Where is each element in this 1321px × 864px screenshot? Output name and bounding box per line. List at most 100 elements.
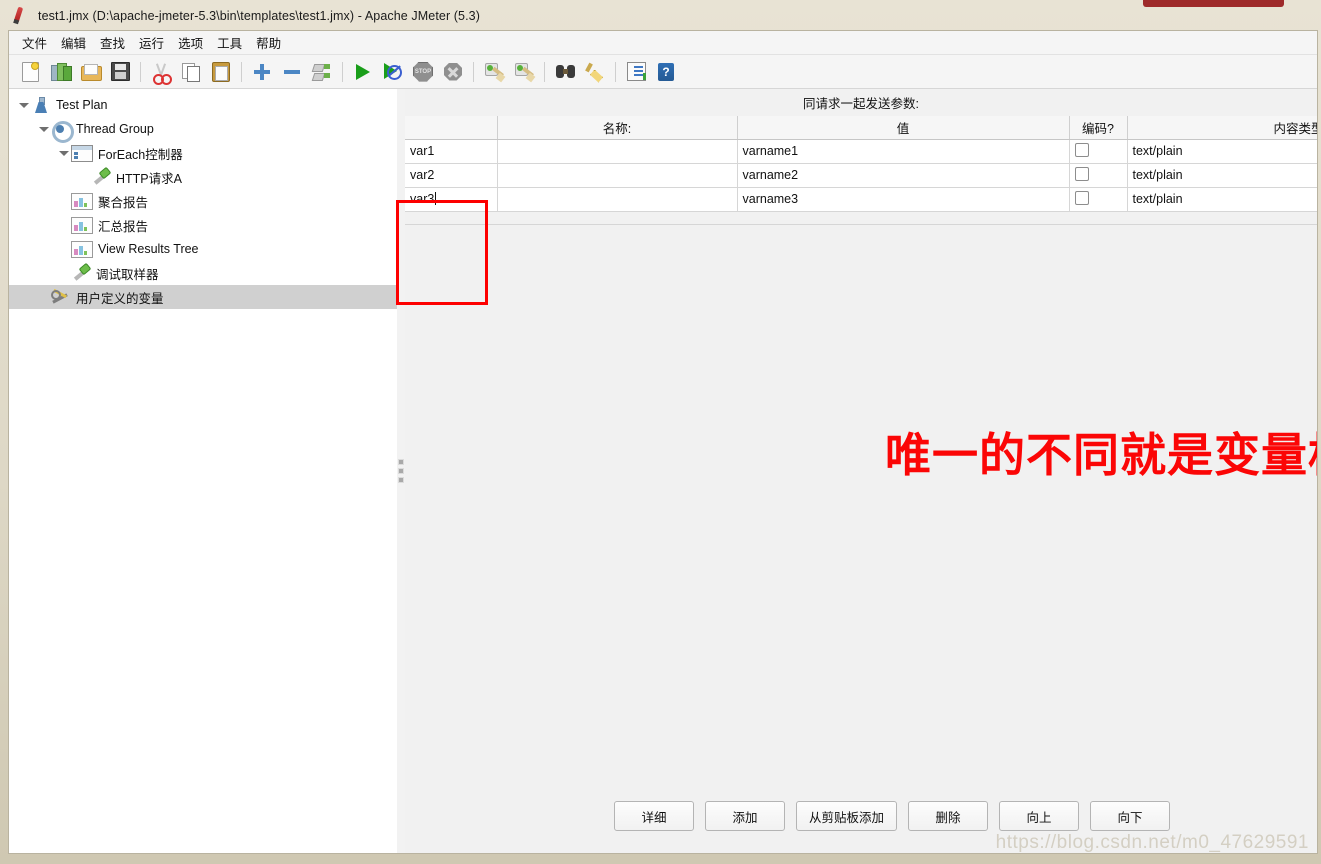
cell-name-col2[interactable]	[497, 163, 738, 188]
expand-twisty-icon[interactable]	[57, 141, 71, 165]
parameters-panel: 同请求一起发送参数: 名称: 值 编码? 内容类 var1 varname1 t…	[405, 89, 1317, 853]
encode-checkbox[interactable]	[1074, 166, 1089, 181]
function-helper-button[interactable]	[621, 57, 651, 87]
stop-button[interactable]: STOP	[408, 57, 438, 87]
tree-node-thread-group[interactable]: Thread Group	[9, 117, 397, 143]
table-header-row: 名称: 值 编码? 内容类型	[405, 116, 1317, 140]
cell-name[interactable]: var1	[405, 139, 498, 164]
tree-node-http-request-a[interactable]: HTTP请求A	[9, 165, 397, 189]
clear-icon	[484, 62, 505, 82]
menu-file[interactable]: 文件	[15, 31, 54, 54]
toolbar-separator	[241, 61, 242, 82]
panel-splitter[interactable]	[397, 89, 405, 853]
tree-node-aggregate-report[interactable]: 聚合报告	[9, 189, 397, 213]
text-caret	[435, 192, 437, 205]
templates-button[interactable]	[45, 57, 75, 87]
tree-node-foreach-controller[interactable]: ForEach控制器	[9, 141, 397, 165]
panel-heading: 同请求一起发送参数:	[405, 89, 1317, 116]
cell-encode[interactable]	[1069, 139, 1128, 164]
http-sampler-icon	[91, 166, 112, 187]
table-row[interactable]: var1 varname1 text/plain	[405, 139, 1317, 164]
menu-edit[interactable]: 编辑	[54, 31, 93, 54]
collapse-all-button[interactable]	[277, 57, 307, 87]
menu-options[interactable]: 选项	[171, 31, 210, 54]
menu-run[interactable]: 运行	[132, 31, 171, 54]
menu-help[interactable]: 帮助	[249, 31, 288, 54]
cell-encode[interactable]	[1069, 163, 1128, 188]
table-row[interactable]: var3 varname3 text/plain	[405, 187, 1317, 212]
cell-content-type[interactable]: text/plain	[1127, 163, 1317, 188]
new-document-icon	[21, 61, 39, 82]
shutdown-icon	[444, 62, 462, 81]
tree-node-user-defined-variables[interactable]: 用户定义的变量	[9, 285, 397, 309]
cut-button[interactable]	[146, 57, 176, 87]
table-row[interactable]: var2 varname2 text/plain	[405, 163, 1317, 188]
cell-name-col2[interactable]	[497, 187, 738, 212]
paste-button[interactable]	[206, 57, 236, 87]
column-header-encode[interactable]: 编码?	[1069, 116, 1128, 140]
search-reset-button[interactable]	[580, 57, 610, 87]
parameters-table-wrapper: 名称: 值 编码? 内容类型 var1 varname1	[405, 116, 1317, 225]
help-button[interactable]: ?	[651, 57, 681, 87]
table-empty-filler	[405, 211, 1317, 225]
column-header-name[interactable]: 名称:	[497, 116, 738, 140]
tree-node-label: View Results Tree	[98, 242, 199, 256]
templates-icon	[50, 63, 72, 81]
open-button[interactable]	[75, 57, 105, 87]
controller-icon	[71, 144, 93, 162]
expand-all-button[interactable]	[247, 57, 277, 87]
cell-name[interactable]: var3	[405, 187, 498, 212]
cell-content-type[interactable]: text/plain	[1127, 187, 1317, 212]
search-button[interactable]	[550, 57, 580, 87]
column-header-blank[interactable]	[405, 116, 498, 140]
delete-button[interactable]: 删除	[908, 801, 988, 831]
move-down-button[interactable]: 向下	[1090, 801, 1170, 831]
cell-encode[interactable]	[1069, 187, 1128, 212]
menu-tools[interactable]: 工具	[210, 31, 249, 54]
cell-value[interactable]: varname1	[737, 139, 1070, 164]
cell-value[interactable]: varname3	[737, 187, 1070, 212]
expand-twisty-icon[interactable]	[17, 93, 31, 117]
search-icon	[555, 65, 575, 78]
clear-all-button[interactable]	[509, 57, 539, 87]
start-no-timers-icon	[384, 63, 402, 80]
title-bar: test1.jmx (D:\apache-jmeter-5.3\bin\temp…	[4, 3, 1317, 28]
shutdown-button[interactable]	[438, 57, 468, 87]
tree-node-label: 调试取样器	[96, 267, 159, 282]
tree-node-label: ForEach控制器	[98, 147, 183, 162]
toolbar-separator	[342, 61, 343, 82]
test-plan-tree-panel[interactable]: Test Plan Thread Group ForEach控制器 HTTP请求…	[9, 89, 398, 853]
encode-checkbox[interactable]	[1074, 142, 1089, 157]
tree-node-debug-sampler[interactable]: 调试取样器	[9, 261, 397, 285]
column-header-value[interactable]: 值	[737, 116, 1070, 140]
menu-search[interactable]: 查找	[93, 31, 132, 54]
tree-node-test-plan[interactable]: Test Plan	[9, 93, 397, 117]
cell-name[interactable]: var2	[405, 163, 498, 188]
tree-node-label: HTTP请求A	[116, 171, 182, 186]
start-button[interactable]	[348, 57, 378, 87]
cell-value[interactable]: varname2	[737, 163, 1070, 188]
start-no-timers-button[interactable]	[378, 57, 408, 87]
expand-twisty-icon[interactable]	[37, 117, 51, 141]
test-plan-icon	[31, 95, 51, 115]
tree-node-view-results-tree[interactable]: View Results Tree	[9, 237, 397, 261]
splitter-grip-icon	[398, 459, 404, 483]
detail-button[interactable]: 详细	[613, 801, 694, 831]
tree-node-summary-report[interactable]: 汇总报告	[9, 213, 397, 237]
listener-icon	[71, 216, 93, 234]
encode-checkbox[interactable]	[1074, 190, 1089, 205]
copy-button[interactable]	[176, 57, 206, 87]
watermark: https://blog.csdn.net/m0_47629591	[995, 832, 1309, 853]
add-from-clipboard-button[interactable]: 从剪贴板添加	[795, 801, 897, 831]
new-document-button[interactable]	[15, 57, 45, 87]
application-window: test1.jmx (D:\apache-jmeter-5.3\bin\temp…	[0, 0, 1321, 864]
toolbar: STOP ?	[9, 55, 1317, 89]
save-button[interactable]	[105, 57, 135, 87]
cell-name-col2[interactable]	[497, 139, 738, 164]
add-button[interactable]: 添加	[704, 801, 785, 831]
clear-button[interactable]	[479, 57, 509, 87]
column-header-content-type[interactable]: 内容类型	[1127, 116, 1317, 140]
toggle-button[interactable]	[307, 57, 337, 87]
cell-content-type[interactable]: text/plain	[1127, 139, 1317, 164]
move-up-button[interactable]: 向上	[999, 801, 1079, 831]
